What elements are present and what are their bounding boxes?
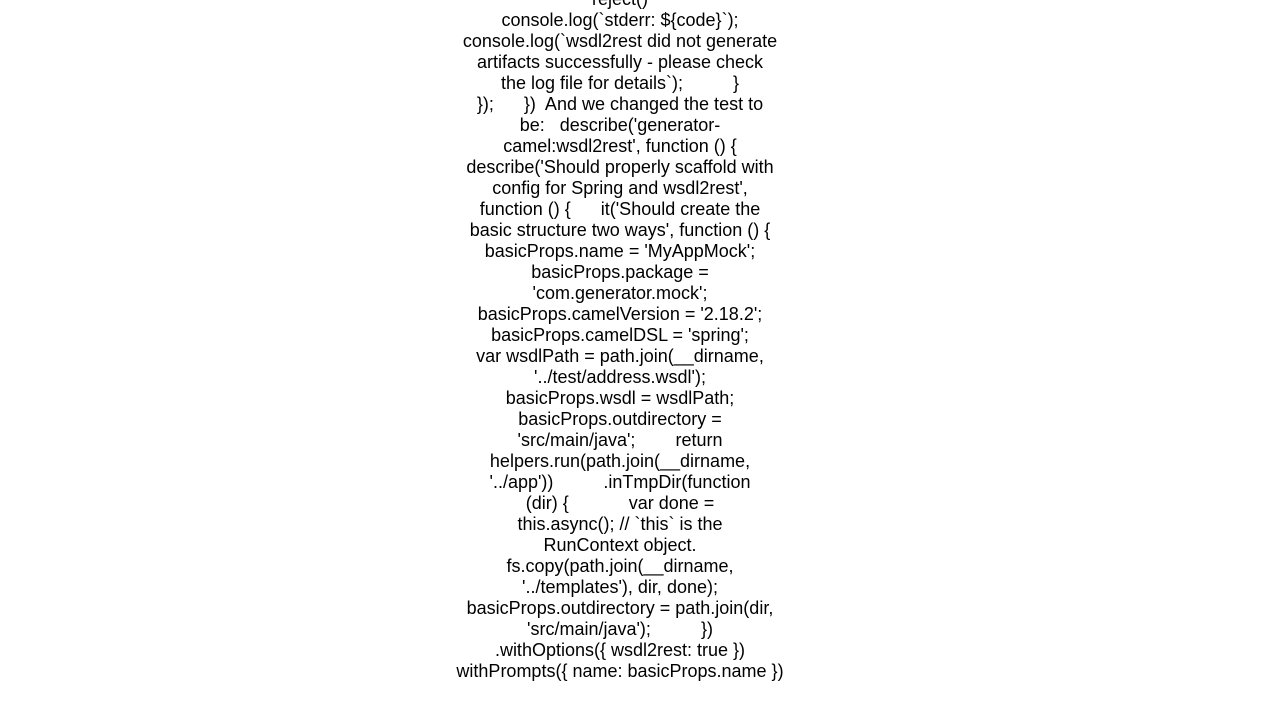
text-line: basic structure two ways', function () { (469, 220, 771, 240)
text-line: (dir) { var done = (525, 493, 715, 513)
text-line: reject() (454, 0, 786, 10)
text-line: fs.copy(path.join(__dirname, (506, 556, 734, 576)
text-line: 'com.generator.mock'; (532, 283, 708, 303)
text-line: basicProps.camelDSL = 'spring'; (491, 325, 749, 345)
text-line: basicProps.package = (531, 262, 709, 282)
text-line: basicProps.outdirectory = (518, 409, 722, 429)
text-line: RunContext object. (543, 535, 697, 555)
text-line: basicProps.name = 'MyAppMock'; (484, 241, 756, 261)
text-line: console.log(`stderr: ${code}`); (501, 10, 739, 30)
text-line: this.async(); // `this` is the (517, 514, 723, 534)
text-line: be: describe('generator- (519, 115, 721, 135)
text-line: '../test/address.wsdl'); (534, 367, 706, 387)
text-line: '../app')) .inTmpDir(function (489, 472, 751, 492)
text-line: config for Spring and wsdl2rest', (492, 178, 748, 198)
text-line: .withOptions({ wsdl2rest: true }) (494, 640, 746, 660)
text-line: 'src/main/java'); }) (527, 619, 713, 639)
text-line: camel:wsdl2rest', function () { (503, 136, 737, 156)
page-viewport: reject() console.log(`stderr: ${code}`);… (0, 0, 1280, 681)
text-line: var wsdlPath = path.join(__dirname, (476, 346, 764, 366)
text-line: console.log(`wsdl2rest did not generate (462, 31, 778, 51)
text-line: artifacts successfully - please check (476, 52, 764, 72)
text-line: helpers.run(path.join(__dirname, (489, 451, 751, 471)
text-line: function () { it('Should create the (479, 199, 761, 219)
text-line: withPrompts({ name: basicProps.name }) (456, 661, 784, 681)
code-text-block: reject() console.log(`stderr: ${code}`);… (454, 0, 786, 681)
text-line: '../templates'), dir, done); (522, 577, 718, 597)
text-line: describe('Should properly scaffold with (466, 157, 774, 177)
text-line: }); }) And we changed the test to (476, 94, 764, 114)
text-line: 'src/main/java'; return (517, 430, 723, 450)
text-line: the log file for details`); } (500, 73, 740, 93)
text-line: basicProps.outdirectory = path.join(dir, (466, 598, 774, 618)
text-line: basicProps.wsdl = wsdlPath; (505, 388, 735, 408)
text-line: basicProps.camelVersion = '2.18.2'; (477, 304, 763, 324)
